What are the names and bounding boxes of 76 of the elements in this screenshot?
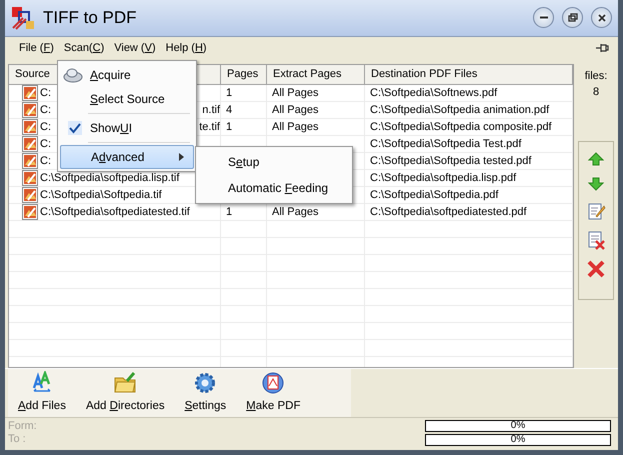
- image-file-icon: [22, 152, 38, 169]
- file-path: C:\Softpedia\softpedia.lisp.tif: [40, 170, 180, 186]
- page-range: All Pages: [272, 204, 318, 220]
- file-path: C:: [40, 136, 51, 152]
- page-range: All Pages: [272, 86, 318, 100]
- image-file-icon: [22, 136, 38, 152]
- window-title: TIFF to PDF: [43, 7, 136, 30]
- app-logo-icon: [11, 6, 35, 30]
- menu-item[interactable]: Advanced: [60, 145, 194, 169]
- column-header[interactable]: Pages: [221, 64, 267, 84]
- status-label: To :: [8, 433, 27, 446]
- file-path: C:\Softpedia\Softpedia animation.pdf: [370, 102, 550, 118]
- pin-icon: [595, 42, 609, 54]
- progress-text: 0%: [510, 420, 526, 431]
- menu-item[interactable]: Setup: [198, 149, 350, 175]
- image-file-icon: [22, 84, 38, 101]
- menu-item[interactable]: ShowUI: [60, 116, 194, 140]
- arrow-down-icon[interactable]: [588, 176, 604, 192]
- toolbar-button[interactable]: Add Directories: [76, 368, 175, 417]
- toolbar-button[interactable]: Make PDF: [236, 368, 310, 417]
- file-path: C:\Softpedia\Softpedia.tif: [40, 188, 162, 202]
- edit-icon[interactable]: [586, 200, 606, 221]
- file-path: C:\Softpedia\Softpedia.pdf: [370, 188, 498, 202]
- toolbar-button[interactable]: Settings: [174, 368, 236, 417]
- file-path: C:\Softpedia\Softpedia composite.pdf: [370, 120, 552, 134]
- file-path: C:\Softpedia\Softnews.pdf: [370, 86, 498, 100]
- page-count: 1: [226, 204, 232, 220]
- submenu-arrow-icon: [179, 153, 185, 161]
- progress-text: 0%: [510, 434, 526, 445]
- remove-file-icon[interactable]: [586, 230, 606, 250]
- file-path: C:: [40, 154, 51, 168]
- page-count: 1: [226, 86, 232, 100]
- minimize-button[interactable]: [533, 7, 554, 28]
- folder-icon: [113, 370, 138, 395]
- image-file-icon: [22, 186, 38, 203]
- image-file-icon: [22, 102, 38, 118]
- file-path: C:: [40, 86, 51, 100]
- file-path: C:\Softpedia\Softpedia tested.pdf: [370, 154, 532, 168]
- status-label: Form:: [8, 420, 38, 433]
- gear-icon: [193, 370, 218, 395]
- minimize-icon: [540, 16, 548, 20]
- menu-item[interactable]: Select Source: [60, 87, 194, 111]
- file-path: C:\Softpedia\softpediatested.pdf: [370, 204, 527, 220]
- menu-item[interactable]: Acquire: [60, 63, 194, 87]
- file-path: n.tif: [202, 102, 220, 118]
- file-path: C:\Softpedia\softpedia.lisp.pdf: [370, 170, 516, 186]
- file-path: C:\Softpedia\softpediatested.tif: [40, 204, 190, 220]
- menu-item[interactable]: Scan(C): [58, 40, 110, 56]
- file-path: C:: [40, 102, 51, 118]
- page-count: 1: [226, 120, 232, 134]
- image-file-icon: [22, 118, 38, 135]
- maximize-button[interactable]: [562, 7, 583, 28]
- maximize-icon: [566, 12, 578, 24]
- document-globe-icon: [261, 370, 286, 395]
- page-count: 4: [226, 102, 232, 118]
- close-icon: [596, 12, 608, 24]
- image-file-icon: [22, 170, 38, 186]
- file-path: te.tif: [199, 120, 220, 134]
- menu-item[interactable]: File (F): [14, 40, 59, 56]
- checkmark-icon: [68, 121, 82, 135]
- files-label: files:: [584, 68, 608, 84]
- page-range: All Pages: [272, 120, 318, 134]
- page-range: All Pages: [272, 102, 318, 118]
- file-path: C:: [40, 120, 51, 134]
- delete-icon[interactable]: [586, 258, 606, 279]
- arrow-up-icon[interactable]: [588, 150, 604, 167]
- image-file-icon: [22, 204, 38, 220]
- menu-item[interactable]: Automatic Feeding: [198, 175, 350, 201]
- column-header[interactable]: Extract Pages: [267, 64, 365, 84]
- close-button[interactable]: [591, 7, 612, 28]
- column-header[interactable]: Destination PDF Files: [365, 64, 573, 84]
- menu-item[interactable]: View (V): [109, 40, 161, 56]
- files-count: 8: [592, 85, 600, 100]
- menu-item[interactable]: Help (H): [160, 40, 212, 56]
- toolbar-button[interactable]: Add Files: [8, 368, 76, 417]
- file-path: C:\Softpedia\Softpedia Test.pdf: [370, 136, 522, 152]
